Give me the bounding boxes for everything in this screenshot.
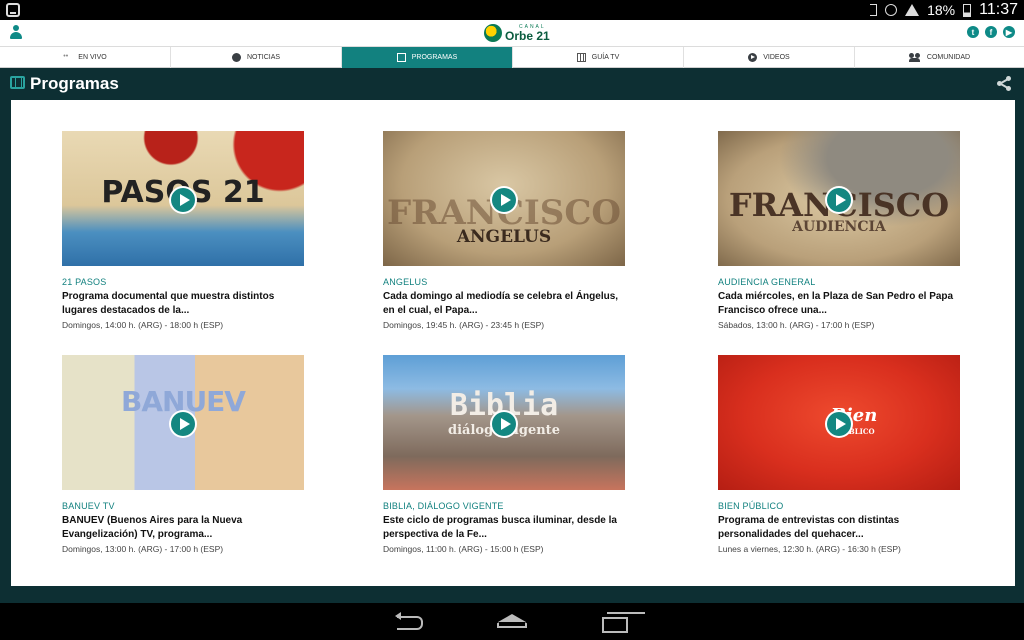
facebook-icon[interactable]: f — [985, 26, 997, 38]
program-thumbnail[interactable]: FRANCISCO ANGELUS — [383, 131, 625, 266]
program-category[interactable]: BIEN PÚBLICO — [718, 501, 960, 511]
programs-grid: PASOS 21 21 PASOS Programa documental qu… — [11, 100, 1015, 586]
program-card[interactable]: Bien PÚBLICO BIEN PÚBLICO Programa de en… — [718, 355, 960, 554]
play-icon[interactable] — [169, 186, 197, 214]
user-icon[interactable] — [10, 25, 22, 39]
twitter-icon[interactable]: t — [967, 26, 979, 38]
app-header: CANAL Orbe 21 t f ▶ — [0, 20, 1024, 46]
program-category[interactable]: BIBLIA, DIÁLOGO VIGENTE — [383, 501, 625, 511]
tab-noticias[interactable]: NOTICIAS — [171, 47, 342, 68]
tab-label: GUÍA TV — [591, 54, 620, 61]
clock: 11:37 — [979, 1, 1018, 18]
status-bar: 18% 11:37 — [0, 0, 1024, 20]
wifi-icon — [905, 4, 920, 16]
home-icon[interactable] — [497, 612, 527, 630]
program-schedule: Sábados, 13:00 h. (ARG) - 17:00 h (ESP) — [718, 320, 875, 330]
main-nav: •• EN VIVO NOTICIAS PROGRAMAS GUÍA TV VI… — [0, 46, 1024, 68]
program-description[interactable]: Cada domingo al mediodía se celebra el Á… — [383, 290, 625, 318]
play-icon[interactable] — [490, 186, 518, 214]
program-category[interactable]: ANGELUS — [383, 277, 625, 287]
program-card[interactable]: FRANCISCO ANGELUS ANGELUS Cada domingo a… — [383, 131, 625, 330]
page-title: Programas — [30, 74, 119, 93]
thumbnail-title: Bien — [830, 405, 878, 426]
program-schedule: Domingos, 19:45 h. (ARG) - 23:45 h (ESP) — [383, 320, 545, 330]
play-circle-icon — [748, 53, 758, 62]
system-nav-bar — [0, 603, 1024, 640]
tab-label: COMUNIDAD — [926, 54, 971, 61]
program-schedule: Domingos, 13:00 h. (ARG) - 17:00 h (ESP) — [62, 544, 224, 554]
status-bar-right: 18% 11:37 — [870, 0, 1018, 20]
tab-comunidad[interactable]: COMUNIDAD — [855, 47, 1024, 68]
battery-icon — [963, 3, 972, 17]
thumbnail-subtitle: PÚBLICO — [837, 427, 875, 436]
social-links: t f ▶ — [967, 26, 1015, 38]
youtube-icon[interactable]: ▶ — [1003, 26, 1015, 38]
battery-percent: 18% — [927, 2, 956, 18]
program-category[interactable]: 21 PASOS — [62, 277, 304, 287]
play-icon[interactable] — [825, 410, 853, 438]
bluetooth-icon — [870, 4, 878, 16]
tab-videos[interactable]: VIDEOS — [684, 47, 855, 68]
tab-label: NOTICIAS — [246, 54, 281, 61]
film-icon — [396, 53, 406, 62]
program-card[interactable]: PASOS 21 21 PASOS Programa documental qu… — [62, 131, 304, 330]
grid-icon — [576, 53, 586, 62]
logo[interactable]: CANAL Orbe 21 — [484, 23, 550, 43]
alarm-icon — [885, 4, 898, 16]
program-thumbnail[interactable]: BANUEV — [62, 355, 304, 490]
program-schedule: Domingos, 14:00 h. (ARG) - 18:00 h (ESP) — [62, 320, 224, 330]
program-description[interactable]: Este ciclo de programas busca iluminar, … — [383, 514, 625, 542]
tab-en-vivo[interactable]: •• EN VIVO — [0, 47, 171, 68]
thumbnail-subtitle: ANGELUS — [456, 227, 552, 247]
program-card[interactable]: BANUEV BANUEV TV BANUEV (Buenos Aires pa… — [62, 355, 304, 554]
film-icon — [10, 76, 25, 89]
live-icon: •• — [63, 53, 69, 60]
program-category[interactable]: BANUEV TV — [62, 501, 304, 511]
section-header: Programas — [0, 68, 1024, 99]
globe-icon — [231, 53, 241, 62]
play-icon[interactable] — [490, 410, 518, 438]
program-thumbnail[interactable]: PASOS 21 — [62, 131, 304, 266]
program-schedule: Domingos, 11:00 h. (ARG) - 15:00 h (ESP) — [383, 544, 544, 554]
logo-name: Orbe 21 — [505, 28, 550, 43]
program-description[interactable]: Programa de entrevistas con distintas pe… — [718, 514, 960, 542]
tab-label: EN VIVO — [78, 54, 107, 61]
play-icon[interactable] — [825, 186, 853, 214]
tab-label: VIDEOS — [763, 54, 790, 61]
program-card[interactable]: FRANCISCO AUDIENCIA AUDIENCIA GENERAL Ca… — [718, 131, 960, 330]
tab-guia-tv[interactable]: GUÍA TV — [513, 47, 684, 68]
back-icon[interactable] — [395, 612, 423, 630]
play-icon[interactable] — [169, 410, 197, 438]
program-thumbnail[interactable]: Biblia diálogo vigente — [383, 355, 625, 490]
share-icon[interactable] — [997, 76, 1011, 91]
tab-programas[interactable]: PROGRAMAS — [342, 47, 513, 68]
notification-icon — [6, 3, 20, 17]
program-thumbnail[interactable]: FRANCISCO AUDIENCIA — [718, 131, 960, 266]
program-description[interactable]: Programa documental que muestra distinto… — [62, 290, 304, 318]
recent-apps-icon[interactable] — [602, 612, 628, 633]
program-card[interactable]: Biblia diálogo vigente BIBLIA, DIÁLOGO V… — [383, 355, 625, 554]
program-category[interactable]: AUDIENCIA GENERAL — [718, 277, 960, 287]
program-schedule: Lunes a viernes, 12:30 h. (ARG) - 16:30 … — [718, 544, 901, 554]
thumbnail-subtitle: AUDIENCIA — [792, 219, 886, 235]
people-icon — [908, 53, 921, 62]
program-description[interactable]: Cada miércoles, en la Plaza de San Pedro… — [718, 290, 960, 318]
program-description[interactable]: BANUEV (Buenos Aires para la Nueva Evang… — [62, 514, 304, 542]
tab-label: PROGRAMAS — [411, 54, 458, 61]
logo-mark-icon — [484, 24, 502, 42]
program-thumbnail[interactable]: Bien PÚBLICO — [718, 355, 960, 490]
